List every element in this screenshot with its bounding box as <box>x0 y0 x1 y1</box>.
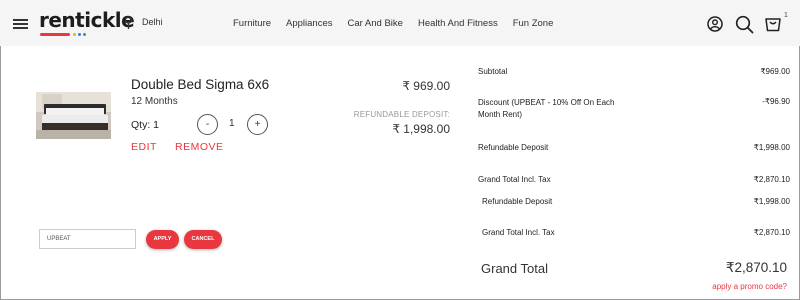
nav-item-car-and-bike[interactable]: Car And Bike <box>348 18 403 29</box>
logo-dot-blue <box>78 33 81 36</box>
product-image[interactable] <box>36 92 111 139</box>
header: rentickle Delhi Furniture Appliances Car… <box>0 0 800 46</box>
cart-count-badge: 1 <box>784 12 788 19</box>
grand-total-label: Grand Total <box>481 261 548 276</box>
subtotal-label: Subtotal <box>478 67 508 76</box>
summary-deposit-label-secondary: Refundable Deposit <box>482 197 553 206</box>
refundable-deposit-value: ₹ 1,998.00 <box>392 122 450 136</box>
logo-underline <box>40 33 70 36</box>
user-icon[interactable] <box>707 16 723 32</box>
nav-item-appliances[interactable]: Appliances <box>286 18 332 29</box>
quantity-label: Qty: 1 <box>131 119 160 131</box>
quantity-increase-button[interactable]: + <box>247 114 268 135</box>
summary-deposit-label: Refundable Deposit <box>478 143 549 152</box>
rental-duration: 12 Months <box>131 96 178 107</box>
grand-total-tax-label: Grand Total Incl. Tax <box>478 175 551 184</box>
discount-label: Discount (UPBEAT - 10% Off On Each Month… <box>478 98 615 119</box>
grand-total-tax-value-secondary: ₹2,870.10 <box>753 228 790 237</box>
nav-item-fun-zone[interactable]: Fun Zone <box>513 18 554 29</box>
grand-total-value: ₹2,870.10 <box>725 260 787 275</box>
menu-icon[interactable] <box>13 19 28 29</box>
apply-promo-code-link[interactable]: apply a promo code? <box>712 282 787 291</box>
discount-value: -₹96.90 <box>762 97 790 106</box>
product-price: ₹ 969.00 <box>402 79 450 93</box>
summary-deposit-value-secondary: ₹1,998.00 <box>753 197 790 206</box>
grand-total-tax-value: ₹2,870.10 <box>753 175 790 184</box>
logo-dot-yellow <box>73 33 76 36</box>
logo-dot-green <box>83 33 86 36</box>
location-label[interactable]: Delhi <box>142 17 163 27</box>
logo[interactable]: rentickle <box>39 8 135 32</box>
nav-item-furniture[interactable]: Furniture <box>233 18 271 29</box>
cancel-button[interactable]: CANCEL <box>184 230 222 249</box>
search-icon[interactable] <box>735 15 754 34</box>
nav-item-health-and-fitness[interactable]: Health And Fitness <box>418 18 498 29</box>
quantity-decrease-button[interactable]: - <box>197 114 218 135</box>
remove-link[interactable]: REMOVE <box>175 141 224 153</box>
quantity-value: 1 <box>229 118 235 129</box>
apply-button[interactable]: APPLY <box>146 230 179 249</box>
product-name[interactable]: Double Bed Sigma 6x6 <box>131 77 269 92</box>
edit-link[interactable]: EDIT <box>131 141 157 153</box>
grand-total-tax-label-secondary: Grand Total Incl. Tax <box>482 228 555 237</box>
promo-code-input[interactable]: UPBEAT <box>39 229 136 249</box>
main-nav: Furniture Appliances Car And Bike Health… <box>233 18 568 29</box>
cart-icon[interactable] <box>764 15 782 33</box>
subtotal-value: ₹969.00 <box>760 67 790 76</box>
location-pin-icon[interactable] <box>124 16 133 30</box>
summary-deposit-value: ₹1,998.00 <box>753 143 790 152</box>
refundable-deposit-label: REFUNDABLE DEPOSIT: <box>353 110 450 119</box>
